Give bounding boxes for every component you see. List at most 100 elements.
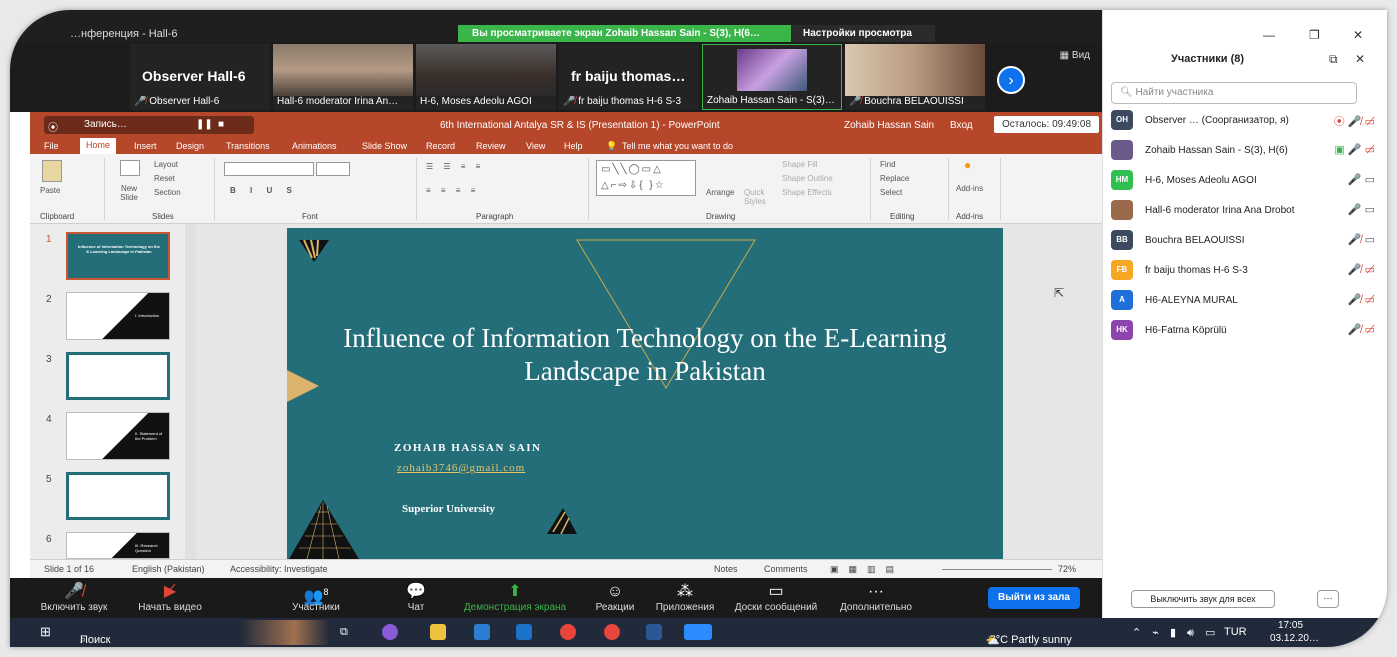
addins-button[interactable]: Add-ins: [956, 184, 983, 193]
clipboard-icon[interactable]: [42, 160, 62, 182]
paste-button[interactable]: Paste: [40, 186, 60, 195]
language-indicator[interactable]: English (Pakistan): [132, 564, 205, 574]
slide-thumbnail[interactable]: III. Research Question: [66, 532, 170, 559]
file-explorer-icon[interactable]: [430, 624, 446, 640]
video-tile[interactable]: 🎤̸ Bouchra BELAOUISSI: [845, 44, 985, 110]
leave-room-button[interactable]: Выйти из зала: [988, 587, 1080, 609]
pause-icon[interactable]: ❚❚: [196, 119, 213, 130]
tab-file[interactable]: File: [44, 141, 59, 151]
app-icon[interactable]: [382, 624, 398, 640]
slide-email-link[interactable]: zohaib3746@gmail.com: [397, 462, 525, 474]
video-tile[interactable]: fr baiju thomas… 🎤̸ fr baiju thomas H-6 …: [559, 44, 699, 110]
start-video-button[interactable]: ▶̸ Начать видео: [130, 582, 210, 613]
align-buttons[interactable]: ≡ ≡ ≡ ≡: [426, 186, 479, 195]
video-tile[interactable]: Observer Hall-6 🎤̸ Observer Hall-6: [130, 44, 270, 110]
view-button[interactable]: ▦ Вид: [1060, 50, 1090, 61]
apps-button[interactable]: ⁂ Приложения: [652, 582, 718, 613]
notes-button[interactable]: Notes: [714, 564, 738, 574]
shapes-gallery[interactable]: ▭╲╲◯▭△ △⌐⇨⇩{ }☆: [596, 160, 696, 196]
thumbnail-scrollbar[interactable]: [185, 224, 196, 559]
font-format-buttons[interactable]: B I U S: [230, 186, 298, 195]
tab-record[interactable]: Record: [426, 141, 455, 151]
windows-start-icon[interactable]: ⊞: [40, 624, 51, 640]
video-tile[interactable]: Hall-6 moderator Irina An…: [273, 44, 413, 110]
view-buttons[interactable]: ▣▦▥▤: [830, 564, 904, 575]
sign-in-link[interactable]: Вход: [950, 120, 973, 131]
restore-icon[interactable]: ❐: [1309, 28, 1320, 42]
tell-me-search[interactable]: Tell me what you want to do: [622, 141, 733, 151]
slide-scrollbar[interactable]: [1086, 224, 1102, 559]
video-tile[interactable]: Zohaib Hassan Sain - S(3)…: [702, 44, 842, 110]
tab-view[interactable]: View: [526, 141, 545, 151]
task-view-icon[interactable]: ⧉: [340, 626, 348, 639]
close-icon[interactable]: ✕: [1353, 28, 1363, 42]
store-icon[interactable]: [474, 624, 490, 640]
minimize-icon[interactable]: —: [1263, 28, 1275, 42]
word-icon[interactable]: [646, 624, 662, 640]
comments-button[interactable]: Comments: [764, 564, 808, 574]
participant-row[interactable]: OH Observer … (Соорганизатор, я) ⦿ 🎤̸ ▭̸: [1111, 110, 1375, 132]
zoom-slider[interactable]: [942, 569, 1052, 570]
close-panel-icon[interactable]: ✕: [1355, 52, 1365, 66]
slide-thumbnail[interactable]: Influence of Information Technology on t…: [66, 232, 170, 280]
view-options-button[interactable]: Настройки просмотра ⌄: [791, 25, 935, 50]
chat-button[interactable]: 💬 Чат: [396, 582, 436, 613]
chrome-icon[interactable]: [560, 624, 576, 640]
unmute-button[interactable]: 🎤̸ Включить звук: [36, 582, 112, 613]
stop-icon[interactable]: ■: [218, 119, 224, 130]
participant-row[interactable]: FB fr baiju thomas H-6 S-3 🎤̸ ▭̸: [1111, 260, 1375, 282]
addins-icon[interactable]: ●: [964, 158, 971, 172]
shape-fill-button[interactable]: Shape Fill: [782, 160, 818, 169]
tray-icons[interactable]: ⌃ ⌁ ▮ 🔊︎ ▭: [1132, 626, 1219, 640]
font-size-select[interactable]: [316, 162, 350, 176]
zoom-app-icon[interactable]: [684, 624, 712, 640]
next-page-button[interactable]: ›: [997, 66, 1025, 94]
video-tile[interactable]: H-6, Moses Adeolu AGOI: [416, 44, 556, 110]
more-options-button[interactable]: ···: [1317, 590, 1339, 608]
current-slide[interactable]: Influence of Information Technology on t…: [287, 228, 1003, 559]
tab-review[interactable]: Review: [476, 141, 506, 151]
participant-row[interactable]: HM H-6, Moses Adeolu AGOI 🎤 ▭: [1111, 170, 1375, 192]
slide-thumbnail[interactable]: [66, 472, 170, 520]
replace-button[interactable]: Replace: [880, 174, 909, 183]
reactions-button[interactable]: ☺ Реакции: [592, 582, 638, 613]
slide-thumbnail[interactable]: I. Introduction: [66, 292, 170, 340]
more-button[interactable]: ··· Дополнительно: [836, 582, 916, 613]
tab-animations[interactable]: Animations: [292, 141, 337, 151]
tab-home[interactable]: Home: [80, 138, 117, 154]
input-language[interactable]: TUR: [1224, 626, 1247, 638]
quick-styles-button[interactable]: Quick Styles: [744, 188, 772, 206]
chrome-icon[interactable]: [604, 624, 620, 640]
list-buttons[interactable]: ☰ ☰ ≡ ≡: [426, 162, 484, 171]
participant-row[interactable]: Zohaib Hassan Sain - S(3), H(6) ▣ 🎤 ▭̸: [1111, 140, 1375, 162]
new-slide-button[interactable]: New Slide: [114, 184, 144, 202]
new-slide-icon[interactable]: [120, 160, 140, 176]
shape-outline-button[interactable]: Shape Outline: [782, 174, 833, 183]
find-button[interactable]: Find: [880, 160, 896, 169]
participant-row[interactable]: BB Bouchra BELAOUISSI 🎤̸ ▭: [1111, 230, 1375, 252]
participants-button[interactable]: 👥8 Участники: [286, 582, 346, 613]
tab-transitions[interactable]: Transitions: [226, 141, 270, 151]
mail-icon[interactable]: [516, 624, 532, 640]
participant-row[interactable]: A H6-ALEYNA MURAL 🎤̸ ▭̸: [1111, 290, 1375, 312]
tab-slide-show[interactable]: Slide Show: [362, 141, 407, 151]
shape-effects-button[interactable]: Shape Effects: [782, 188, 832, 197]
tab-insert[interactable]: Insert: [134, 141, 157, 151]
section-button[interactable]: Section: [154, 188, 181, 197]
accessibility-indicator[interactable]: Accessibility: Investigate: [230, 564, 328, 574]
zoom-level[interactable]: 72%: [1058, 564, 1076, 574]
popout-icon[interactable]: ⧉: [1329, 52, 1338, 67]
whiteboards-button[interactable]: ▭ Доски сообщений: [728, 582, 824, 613]
tab-design[interactable]: Design: [176, 141, 204, 151]
slide-thumbnail[interactable]: [66, 352, 170, 400]
mute-all-button[interactable]: Выключить звук для всех: [1131, 590, 1275, 608]
select-button[interactable]: Select: [880, 188, 902, 197]
share-screen-button[interactable]: ⬆ Демонстрация экрана: [456, 582, 574, 613]
participant-row[interactable]: Hall-6 moderator Irina Ana Drobot 🎤 ▭: [1111, 200, 1375, 222]
participant-row[interactable]: HK H6-Fatma Köprülü 🎤̸ ▭̸: [1111, 320, 1375, 342]
font-family-select[interactable]: [224, 162, 314, 176]
tab-help[interactable]: Help: [564, 141, 583, 151]
participant-search-input[interactable]: 🔍︎ Найти участника: [1111, 82, 1357, 104]
arrange-button[interactable]: Arrange: [706, 188, 734, 197]
layout-button[interactable]: Layout: [154, 160, 178, 169]
